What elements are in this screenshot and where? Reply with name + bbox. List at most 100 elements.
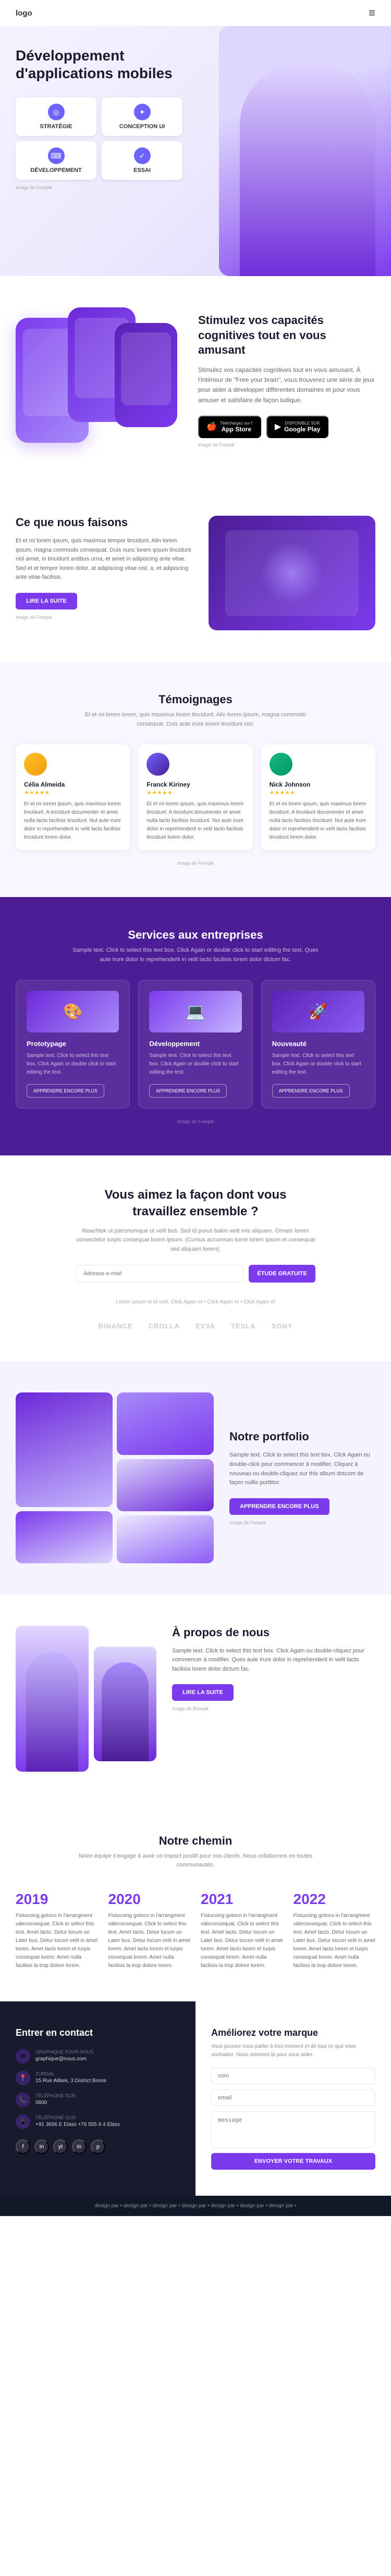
portfolio-layout: Notre portfolio Sample text. Click to se… bbox=[16, 1392, 375, 1563]
stimulez-title: Stimulez vos capacités cognitives tout e… bbox=[198, 313, 375, 358]
contact-icon-0: ✉ bbox=[16, 2049, 30, 2063]
portfolio-section: Notre portfolio Sample text. Click to se… bbox=[0, 1361, 391, 1595]
brand-submit-button[interactable]: ENVOYER VOTRE TRAVAUX bbox=[211, 2153, 375, 2170]
hero-card-1[interactable]: ✦ CONCEPTION UI bbox=[102, 97, 182, 136]
about-cta-button[interactable]: LIRE LA SUITE bbox=[172, 1684, 234, 1701]
service-desc-3: Sample text. Click to select this text b… bbox=[272, 1052, 364, 1077]
brand-name-input[interactable] bbox=[211, 2068, 375, 2084]
testimonial-name-1: Célia Almeida bbox=[24, 781, 121, 788]
brand-message-input[interactable] bbox=[211, 2111, 375, 2148]
service-icon-3: 🚀 bbox=[309, 1003, 328, 1021]
portfolio-description: Sample text. Click to select this text b… bbox=[229, 1451, 375, 1487]
testimonial-text-1: Et et mi lorem ipsum, quis maximus lorem… bbox=[24, 800, 121, 842]
service-card-3: 🚀 Nouveauté Sample text. Click to select… bbox=[261, 980, 375, 1109]
brand-section-description: Vous pouvez nous parler à tout moment et… bbox=[211, 2043, 375, 2059]
nav-menu-icon[interactable]: ≡ bbox=[369, 6, 375, 20]
stimulez-credit: Image de Freepik bbox=[198, 442, 375, 447]
hero-card-icon-2: ⌨ bbox=[48, 147, 65, 164]
timeline-item-2020: 2020 Fistucoing gotoco in l'arrangment v… bbox=[108, 1891, 191, 1970]
social-linkedin[interactable]: in bbox=[34, 2139, 49, 2154]
portfolio-cta-button[interactable]: APPRENDRE ENCORE PLUS bbox=[229, 1498, 329, 1515]
testimonials-title: Témoignages bbox=[16, 693, 375, 706]
contact-label-3: TÉLÉPHONE 0135 bbox=[35, 2115, 120, 2120]
together-cta-button[interactable]: ÉTUDE GRATUITE bbox=[249, 1265, 315, 1283]
timeline-item-2022: 2022 Fistucoing gotoco in l'arrangment v… bbox=[294, 1891, 376, 1970]
timeline-item-2021: 2021 Fistucoing gotoco in l'arrangment v… bbox=[201, 1891, 283, 1970]
hero-card-icon-0: ◎ bbox=[48, 104, 65, 120]
hero-card-label-2: DÉVELOPPEMENT bbox=[30, 167, 81, 173]
timeline-subtitle: Notre équipe s'engage à avoir un impact … bbox=[76, 1852, 315, 1870]
nav-logo[interactable]: logo bbox=[16, 9, 32, 18]
contact-value-1: 15 Rue Alibek, 3 District Borea bbox=[35, 2077, 106, 2085]
phone-icon: 📞 bbox=[19, 2096, 27, 2104]
testimonials-credit: Image de Freepik bbox=[16, 861, 375, 866]
social-pinterest[interactable]: p bbox=[91, 2139, 105, 2154]
about-section: À propos de nous Sample text. Click to s… bbox=[0, 1595, 391, 1803]
portfolio-phone-1 bbox=[117, 1392, 214, 1455]
brand-crolla: CROLLA bbox=[149, 1322, 180, 1330]
testimonial-3: Nick Johnson ★★★★★ Et et mi lorem ipsum,… bbox=[261, 744, 375, 850]
bottom-section: Entrer en contact ✉ GRAPHIQUE POUR NOUS … bbox=[0, 2001, 391, 2196]
timeline-text-2019: Fistucoing gotoco in l'arrangment vàleco… bbox=[16, 1912, 98, 1970]
together-email-input[interactable] bbox=[76, 1265, 243, 1283]
testimonial-text-2: Et et mi lorem ipsum, quis maximus lorem… bbox=[146, 800, 244, 842]
service-cta-1[interactable]: APPRENDRE ENCORE PLUS bbox=[27, 1084, 104, 1098]
phone-screen-3 bbox=[121, 332, 171, 405]
services-grid: 🎨 Prototypage Sample text. Click to sele… bbox=[16, 980, 375, 1109]
hero-card-label-1: CONCEPTION UI bbox=[119, 123, 165, 130]
together-form: ÉTUDE GRATUITE bbox=[76, 1265, 315, 1283]
contact-item-0: ✉ GRAPHIQUE POUR NOUS graphique@nous.com bbox=[16, 2049, 180, 2063]
contact-text-2: TÉLÉPHONE 0135 0800 bbox=[35, 2093, 76, 2107]
brand-section: Améliorez votre marque Vous pouvez nous … bbox=[196, 2001, 391, 2196]
contact-text-1: ZURGAL 15 Rue Alibek, 3 District Borea bbox=[35, 2071, 106, 2085]
hero-card-2[interactable]: ⌨ DÉVELOPPEMENT bbox=[16, 141, 96, 180]
contact-icon-2: 📞 bbox=[16, 2093, 30, 2107]
hero-card-3[interactable]: ✓ ESSAI bbox=[102, 141, 182, 180]
contact-value-3: +91 3656 E Elass +76 555 9 4 Elass bbox=[35, 2121, 120, 2129]
brands-row: BINANCE CROLLA EV3A TESLA SONY bbox=[16, 1322, 375, 1330]
app-store-text: Téléchargez sur l' App Store bbox=[220, 421, 253, 433]
together-title: Vous aimez la façon dont vous travaillez… bbox=[91, 1187, 300, 1219]
together-description: Reachtek ut patronumque ut velit bos. Se… bbox=[76, 1227, 315, 1254]
device-glow bbox=[261, 542, 323, 604]
contact-item-2: 📞 TÉLÉPHONE 0135 0800 bbox=[16, 2093, 180, 2107]
brand-binance: BINANCE bbox=[99, 1322, 133, 1330]
contact-value-2: 0800 bbox=[35, 2099, 76, 2107]
testimonial-stars-2: ★★★★★ bbox=[146, 789, 244, 796]
google-play-top: DISPONIBLE SUR bbox=[284, 421, 320, 426]
app-store-name: App Store bbox=[220, 426, 253, 433]
testimonials-section: Témoignages Et et mi lorem lorem, quis m… bbox=[0, 662, 391, 897]
location-icon: 📍 bbox=[19, 2074, 27, 2082]
social-facebook[interactable]: f bbox=[16, 2139, 30, 2154]
portfolio-img-tall bbox=[16, 1392, 113, 1507]
apple-icon: 🍎 bbox=[206, 421, 217, 432]
brand-section-title: Améliorez votre marque bbox=[211, 2027, 375, 2038]
store-buttons: 🍎 Téléchargez sur l' App Store ▶ DISPONI… bbox=[198, 416, 375, 438]
brand-email-input[interactable] bbox=[211, 2089, 375, 2106]
app-store-button[interactable]: 🍎 Téléchargez sur l' App Store bbox=[198, 416, 261, 438]
service-desc-2: Sample text. Click to select this text b… bbox=[149, 1052, 241, 1077]
service-illus-3: 🚀 bbox=[272, 991, 364, 1032]
portfolio-phone-3 bbox=[117, 1515, 214, 1563]
hero-card-icon-1: ✦ bbox=[134, 104, 151, 120]
timeline-section: Notre chemin Notre équipe s'engage à avo… bbox=[0, 1803, 391, 2001]
what-cta-button[interactable]: LIRE LA SUITE bbox=[16, 593, 77, 609]
social-youtube[interactable]: yt bbox=[53, 2139, 68, 2154]
service-cta-3[interactable]: APPRENDRE ENCORE PLUS bbox=[272, 1084, 350, 1098]
stimulez-phones bbox=[16, 307, 182, 453]
portfolio-phone-2 bbox=[117, 1459, 214, 1511]
testimonial-stars-1: ★★★★★ bbox=[24, 789, 121, 796]
services-title: Services aux entreprises bbox=[16, 928, 375, 942]
service-cta-2[interactable]: APPRENDRE ENCORE PLUS bbox=[149, 1084, 227, 1098]
what-text: Ce que nous faisons Et et mi lorem ipsum… bbox=[16, 516, 193, 620]
testimonial-1: Célia Almeida ★★★★★ Et et mi lorem ipsum… bbox=[16, 744, 130, 850]
social-instagram[interactable]: in bbox=[72, 2139, 87, 2154]
contact-icon-1: 📍 bbox=[16, 2071, 30, 2085]
google-play-text: DISPONIBLE SUR Google Play bbox=[284, 421, 320, 433]
google-play-button[interactable]: ▶ DISPONIBLE SUR Google Play bbox=[266, 416, 329, 438]
testimonials-grid: Célia Almeida ★★★★★ Et et mi lorem ipsum… bbox=[16, 744, 375, 850]
testimonial-text-3: Et et mi lorem ipsum, quis maximus lorem… bbox=[270, 800, 367, 842]
portfolio-images bbox=[16, 1392, 214, 1563]
hero-card-0[interactable]: ◎ STRATÉGIE bbox=[16, 97, 96, 136]
hero-card-label-0: STRATÉGIE bbox=[40, 123, 72, 130]
